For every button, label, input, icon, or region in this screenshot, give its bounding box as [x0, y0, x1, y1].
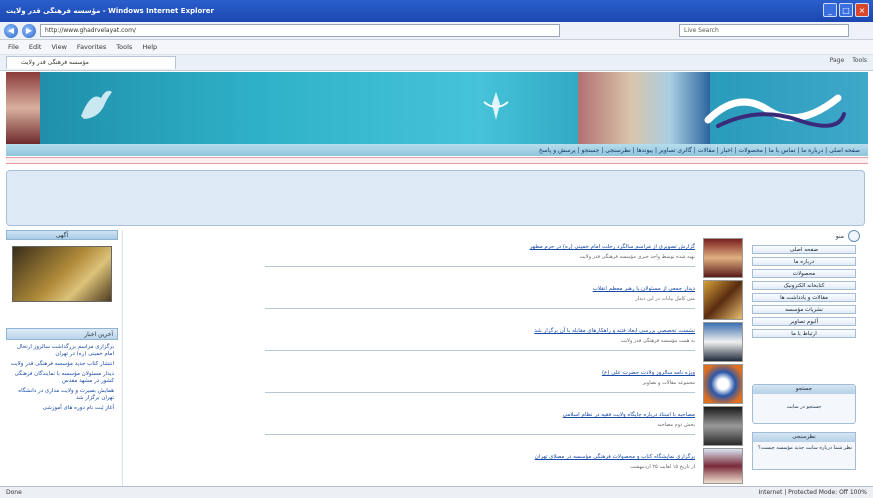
menu-tools[interactable]: Tools — [116, 43, 132, 51]
window-title: مؤسسه فرهنگی قدر ولایت - Windows Interne… — [6, 7, 214, 15]
article-thumbnail[interactable] — [703, 406, 743, 446]
article-thumbnail[interactable] — [703, 280, 743, 320]
site-nav-links[interactable]: صفحه اصلی | درباره ما | تماس با ما | محص… — [539, 147, 860, 154]
sidebar-button[interactable]: نشریات مؤسسه — [752, 305, 856, 314]
news-item[interactable]: برگزاری مراسم بزرگداشت سالروز ارتحال اما… — [10, 344, 114, 358]
news-item[interactable]: همایش بصیرت و ولایت مداری در دانشگاه تهر… — [10, 388, 114, 402]
emblem-icon — [483, 92, 509, 120]
news-item[interactable]: آغاز ثبت نام دوره های آموزشی — [10, 405, 114, 412]
article-summary: تهیه شده توسط واحد خبری مؤسسه فرهنگی قدر… — [579, 254, 695, 260]
article-title[interactable]: برگزاری نمایشگاه کتاب و محصولات فرهنگی م… — [535, 454, 695, 460]
article-entry: گزارش تصویری از مراسم سالگرد رحلت امام خ… — [123, 238, 743, 278]
browser-tab[interactable]: مؤسسه فرهنگی قدر ولایت — [6, 56, 176, 69]
site-logo — [704, 94, 846, 128]
right-sidebar: منو صفحه اصلی درباره ما محصولات کتابخانه… — [748, 230, 860, 486]
main-content: گزارش تصویری از مراسم سالگرد رحلت امام خ… — [122, 230, 743, 486]
tab-bar: مؤسسه فرهنگی قدر ولایت Page Tools — [0, 55, 873, 71]
address-bar: ◀ ▶ http://www.ghadrvelayat.com/ Live Se… — [0, 22, 873, 40]
article-summary: بخش دوم مصاحبه — [657, 422, 695, 428]
sidebar-button[interactable]: ارتباط با ما — [752, 329, 856, 338]
article-title[interactable]: ویژه نامه سالروز ولادت حضرت علی (ع) — [602, 370, 695, 376]
menu-favorites[interactable]: Favorites — [77, 43, 106, 51]
divider — [265, 266, 695, 267]
news-ticker — [6, 157, 868, 164]
article-entry: برگزاری نمایشگاه کتاب و محصولات فرهنگی م… — [123, 448, 743, 484]
menu-header-label: منو — [835, 232, 844, 240]
sidebar-button[interactable]: کتابخانه الکترونیک — [752, 281, 856, 290]
status-text: Done — [6, 489, 22, 496]
article-summary: از تاریخ ۱۵ لغایت ۲۵ اردیبهشت — [630, 464, 695, 470]
poll-widget-title: نظرسنجی — [753, 433, 855, 442]
menu-edit[interactable]: Edit — [29, 43, 42, 51]
banner-collage — [578, 72, 710, 144]
search-input[interactable]: Live Search — [679, 24, 849, 37]
article-summary: مجموعه مقالات و تصاویر — [642, 380, 695, 386]
menu-circle-icon — [848, 230, 860, 242]
menu-view[interactable]: View — [51, 43, 66, 51]
window-titlebar: مؤسسه فرهنگی قدر ولایت - Windows Interne… — [0, 0, 873, 22]
article-title[interactable]: دیدار جمعی از مسئولان با رهبر معظم انقلا… — [593, 286, 695, 292]
divider — [265, 392, 695, 393]
article-entry: مصاحبه با استاد درباره جایگاه ولایت فقیه… — [123, 406, 743, 446]
article-title[interactable]: مصاحبه با استاد درباره جایگاه ولایت فقیه… — [563, 412, 695, 418]
search-widget: جستجو جستجو در سایت — [752, 384, 856, 424]
menu-help[interactable]: Help — [142, 43, 157, 51]
url-input[interactable]: http://www.ghadrvelayat.com/ — [40, 24, 560, 37]
sidebar-button[interactable]: مقالات و یادداشت ها — [752, 293, 856, 302]
ad-box — [6, 170, 865, 226]
site-nav[interactable]: صفحه اصلی | درباره ما | تماس با ما | محص… — [6, 144, 868, 156]
news-item[interactable]: انتشار کتاب جدید مؤسسه فرهنگی قدر ولایت — [10, 361, 114, 368]
article-summary: متن کامل بیانات در این دیدار — [635, 296, 695, 302]
article-entry: ویژه نامه سالروز ولادت حضرت علی (ع) مجمو… — [123, 364, 743, 404]
divider — [265, 350, 695, 351]
status-bar: Done Internet | Protected Mode: Off 100% — [0, 486, 873, 498]
sidebar-button[interactable]: درباره ما — [752, 257, 856, 266]
article-thumbnail[interactable] — [703, 448, 743, 484]
article-summary: به همت مؤسسه فرهنگی قدر ولایت — [620, 338, 695, 344]
article-title[interactable]: گزارش تصویری از مراسم سالگرد رحلت امام خ… — [530, 244, 695, 250]
article-thumbnail[interactable] — [703, 322, 743, 362]
article-thumbnail[interactable] — [703, 238, 743, 278]
menu-header: منو — [748, 230, 860, 242]
sidebar-button[interactable]: آلبوم تصاویر — [752, 317, 856, 326]
zone-status: Internet | Protected Mode: Off 100% — [758, 489, 867, 496]
search-widget-field[interactable]: جستجو در سایت — [753, 404, 855, 410]
ad-panel-title: آگهی — [6, 230, 118, 240]
command-bar: Page Tools — [830, 57, 867, 64]
tools-menu[interactable]: Tools — [852, 57, 867, 64]
poll-widget-question: نظر شما درباره سایت جدید مؤسسه چیست؟ — [758, 445, 852, 451]
minimize-button[interactable]: _ — [823, 3, 837, 17]
sidebar-button[interactable]: محصولات — [752, 269, 856, 278]
forward-icon[interactable]: ▶ — [22, 23, 36, 38]
menu-bar: File Edit View Favorites Tools Help — [0, 40, 873, 55]
sidebar-button[interactable]: صفحه اصلی — [752, 245, 856, 254]
divider — [265, 434, 695, 435]
site-banner — [6, 72, 868, 144]
news-panel-title: آخرین اخبار — [6, 328, 118, 340]
left-sidebar: آگهی آخرین اخبار برگزاری مراسم بزرگداشت … — [6, 230, 118, 486]
ad-banner-image[interactable] — [12, 246, 112, 302]
window-controls: _ □ × — [823, 3, 869, 17]
article-title[interactable]: نشست تخصصی بررسی ابعاد فتنه و راهکارهای … — [534, 328, 695, 334]
search-widget-title: جستجو — [753, 385, 855, 394]
article-entry: دیدار جمعی از مسئولان با رهبر معظم انقلا… — [123, 280, 743, 320]
article-thumbnail[interactable] — [703, 364, 743, 404]
page-menu[interactable]: Page — [830, 57, 845, 64]
menu-file[interactable]: File — [8, 43, 19, 51]
news-list: برگزاری مراسم بزرگداشت سالروز ارتحال اما… — [6, 344, 118, 412]
news-item[interactable]: دیدار مسئولان مؤسسه با نمایندگان فرهنگی … — [10, 371, 114, 385]
close-button[interactable]: × — [855, 3, 869, 17]
banner-left-image — [6, 72, 40, 144]
poll-widget: نظرسنجی نظر شما درباره سایت جدید مؤسسه چ… — [752, 432, 856, 470]
divider — [265, 308, 695, 309]
dove-icon — [81, 90, 112, 119]
maximize-button[interactable]: □ — [839, 3, 853, 17]
article-entry: نشست تخصصی بررسی ابعاد فتنه و راهکارهای … — [123, 322, 743, 362]
back-icon[interactable]: ◀ — [4, 23, 18, 38]
